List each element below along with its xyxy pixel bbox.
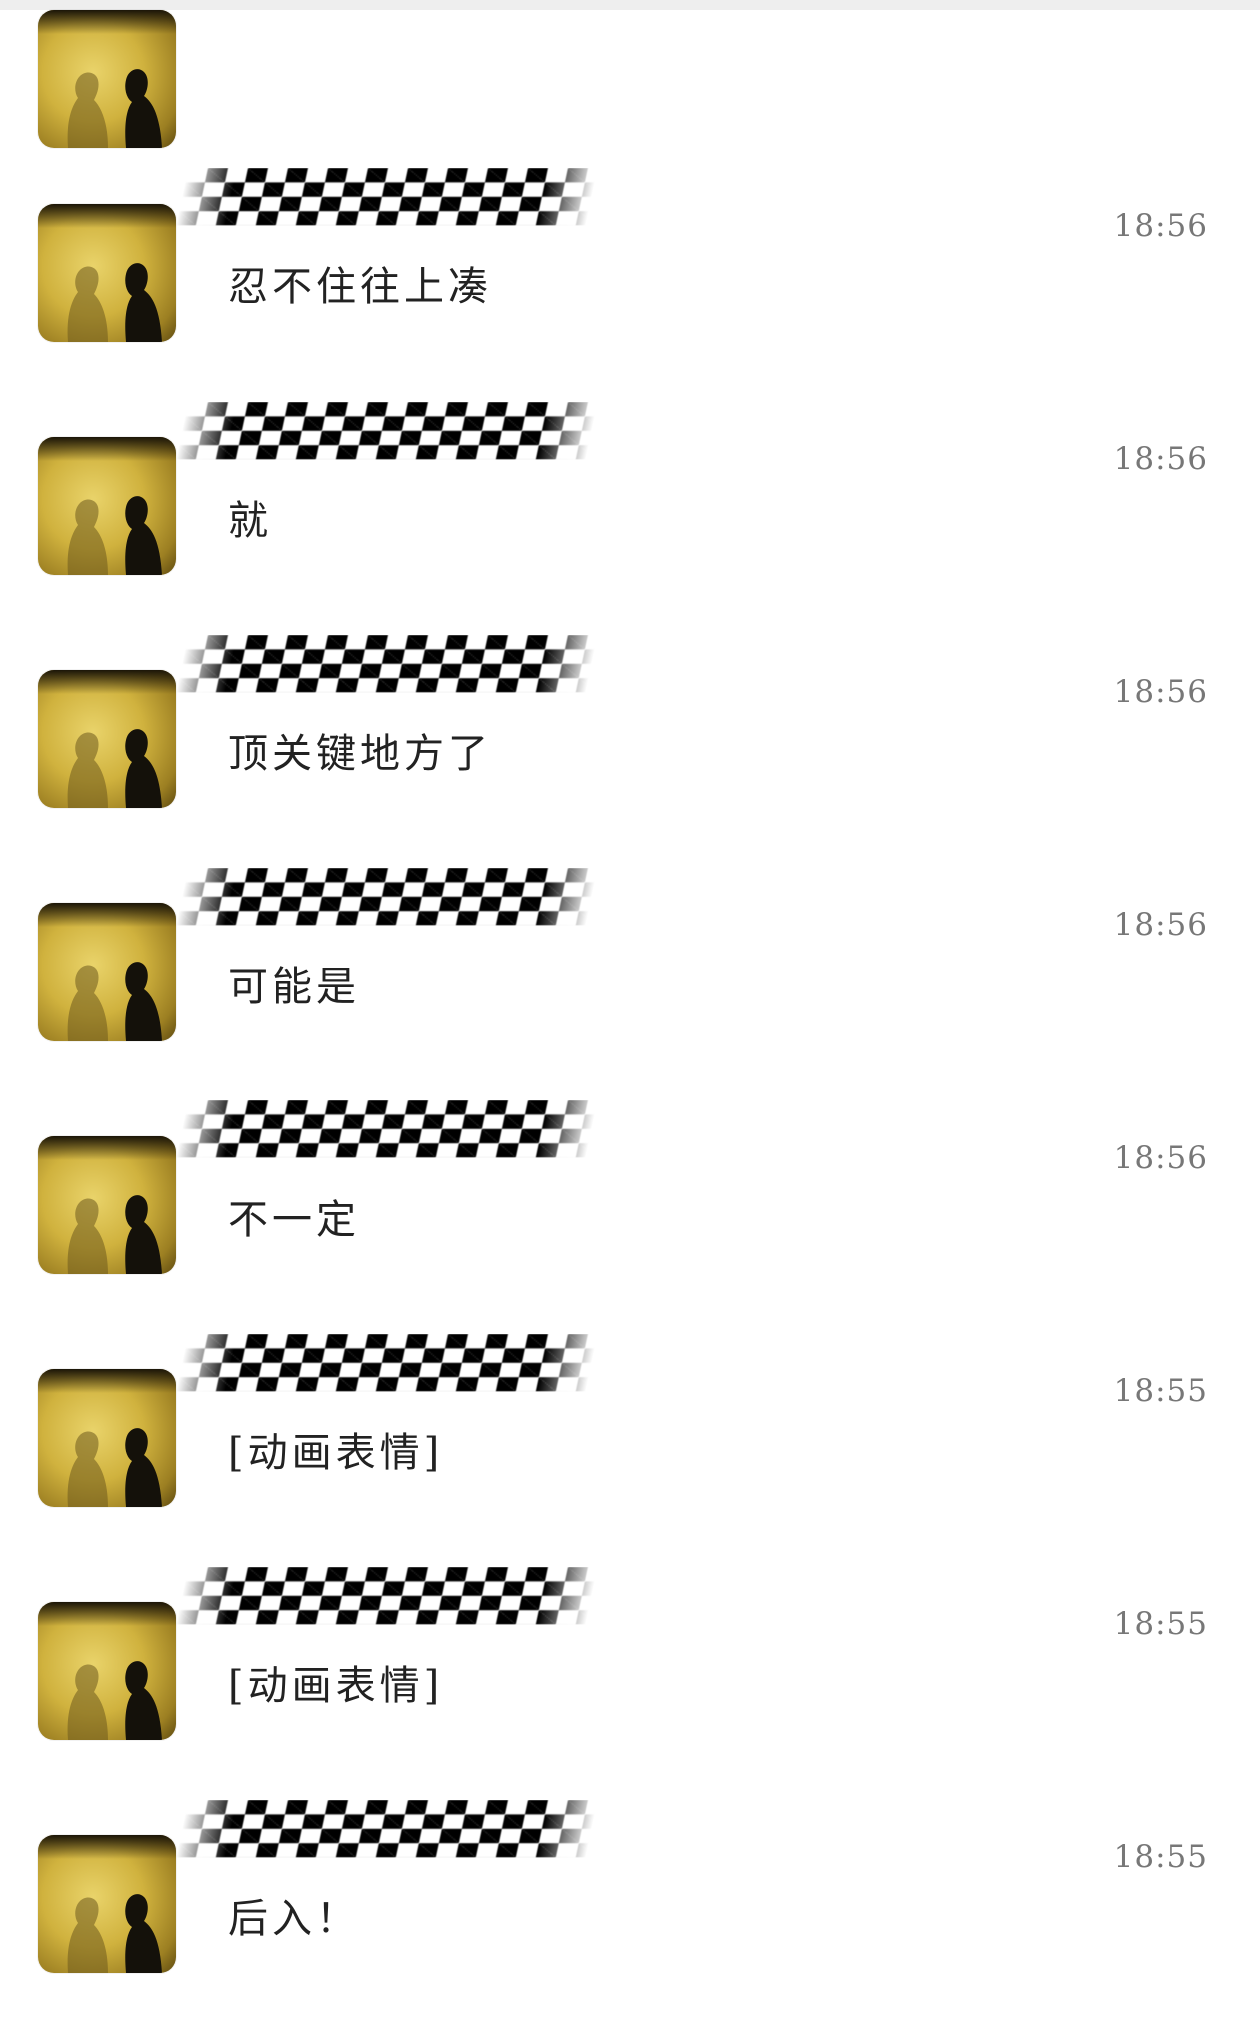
avatar-couple-silhouette (67, 962, 162, 1041)
chat-message-list[interactable]: 不会 忍不住往上凑 18:56 就 18:56 顶关键地方了 18:56 可能是… (0, 0, 1260, 2040)
message-preview: 后入！ (228, 1896, 360, 1942)
man-silhouette (125, 1661, 162, 1740)
avatar-couple-silhouette (67, 496, 162, 575)
message-preview: 忍不住往上凑 (228, 264, 492, 310)
woman-silhouette (67, 499, 108, 575)
woman-silhouette (67, 1664, 108, 1740)
avatar-couple-silhouette (67, 1428, 162, 1507)
message-timestamp: 18:55 (1113, 1373, 1208, 1409)
woman-silhouette (67, 266, 108, 342)
redacted-sender-name (175, 635, 598, 693)
woman-silhouette (67, 1198, 108, 1274)
message-preview: 就 (228, 498, 272, 544)
man-silhouette (125, 1894, 162, 1973)
redacted-sender-name (175, 868, 598, 926)
message-preview: 顶关键地方了 (228, 731, 492, 777)
man-silhouette (125, 962, 162, 1041)
list-item[interactable]: 后入！ 18:55 (0, 0, 1260, 1973)
message-timestamp: 18:55 (1113, 1606, 1208, 1642)
redacted-sender-name (175, 1334, 598, 1392)
message-timestamp: 18:55 (1113, 1839, 1208, 1875)
redacted-sender-name (175, 1567, 598, 1625)
avatar-couple-silhouette (67, 1195, 162, 1274)
message-timestamp: 18:56 (1113, 907, 1208, 943)
woman-silhouette (67, 1897, 108, 1973)
avatar[interactable] (38, 903, 176, 1041)
avatar[interactable] (38, 1136, 176, 1274)
message-preview: 不一定 (228, 1197, 360, 1243)
avatar-couple-silhouette (67, 1661, 162, 1740)
message-timestamp: 18:56 (1113, 674, 1208, 710)
message-preview: [动画表情] (228, 1663, 444, 1709)
man-silhouette (125, 1428, 162, 1507)
redacted-sender-name (175, 1100, 598, 1158)
redacted-sender-name (175, 402, 598, 460)
woman-silhouette (67, 1431, 108, 1507)
man-silhouette (125, 1195, 162, 1274)
message-timestamp: 18:56 (1113, 1140, 1208, 1176)
message-preview: [动画表情] (228, 1430, 444, 1476)
woman-silhouette (67, 965, 108, 1041)
avatar[interactable] (38, 670, 176, 808)
redacted-sender-name (175, 1800, 598, 1858)
man-silhouette (125, 263, 162, 342)
avatar[interactable] (38, 1835, 176, 1973)
man-silhouette (125, 496, 162, 575)
man-silhouette (125, 729, 162, 808)
woman-silhouette (67, 732, 108, 808)
message-timestamp: 18:56 (1113, 441, 1208, 477)
avatar[interactable] (38, 1602, 176, 1740)
avatar[interactable] (38, 437, 176, 575)
avatar-couple-silhouette (67, 1894, 162, 1973)
avatar[interactable] (38, 1369, 176, 1507)
message-preview: 可能是 (228, 964, 360, 1010)
avatar-couple-silhouette (67, 729, 162, 808)
